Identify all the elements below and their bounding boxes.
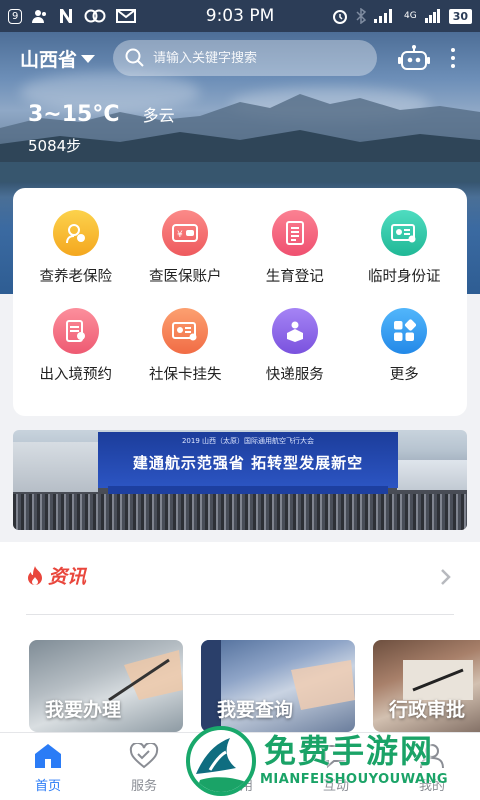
alarm-icon bbox=[332, 10, 347, 24]
delivery-icon bbox=[271, 308, 318, 354]
signal-2-icon bbox=[424, 9, 440, 23]
weather-condition: 多云 bbox=[142, 106, 175, 125]
promo-banner[interactable]: 2019 山西（太原）国际通用航空飞行大会 建通航示范强省 拓转型发展新空 bbox=[13, 430, 467, 530]
robot-icon bbox=[398, 45, 431, 70]
apps-icon bbox=[228, 744, 252, 768]
top-bar: 山西省 bbox=[0, 32, 480, 84]
network-type: 4G bbox=[403, 11, 417, 21]
nav-label: 服务 bbox=[130, 779, 157, 794]
medical-card-icon: ¥ bbox=[162, 210, 209, 256]
service-label: 更多 bbox=[389, 367, 419, 383]
caret-down-icon bbox=[81, 55, 96, 63]
service-label: 查养老保险 bbox=[39, 269, 113, 285]
service-pension[interactable]: 查养老保险 bbox=[21, 210, 131, 286]
n-logo-icon bbox=[60, 9, 73, 23]
tile-query[interactable]: 我要查询 bbox=[201, 640, 355, 732]
banner-subline: 2019 山西（太原）国际通用航空飞行大会 bbox=[181, 437, 315, 445]
service-medical-account[interactable]: ¥ 查医保账户 bbox=[131, 210, 241, 286]
pension-icon bbox=[52, 210, 99, 256]
news-tiles: 我要办理 我要查询 行政审批 bbox=[29, 640, 480, 732]
nav-label: 我的 bbox=[418, 779, 445, 794]
notification-count-badge: 9 bbox=[8, 8, 23, 24]
chat-icon bbox=[324, 745, 348, 769]
nav-label: 应用 bbox=[226, 779, 253, 794]
tile-label: 我要办理 bbox=[45, 699, 122, 721]
nav-mine[interactable]: 我的 bbox=[384, 733, 480, 800]
weather-widget[interactable]: 3~15°C 多云 5084步 bbox=[28, 102, 175, 156]
social-card-icon bbox=[162, 308, 209, 354]
flame-icon bbox=[28, 565, 42, 585]
service-label: 社保卡挂失 bbox=[149, 367, 222, 383]
service-label: 临时身份证 bbox=[368, 269, 441, 285]
news-title: 资讯 bbox=[48, 566, 87, 588]
news-section: 资讯 我要办理 我要查询 行政审批 bbox=[0, 542, 480, 732]
tile-approval[interactable]: 行政审批 bbox=[373, 640, 480, 732]
link-icon bbox=[84, 9, 106, 23]
robot-assistant-button[interactable] bbox=[397, 43, 431, 73]
home-icon bbox=[35, 744, 61, 768]
news-header[interactable]: 资讯 bbox=[26, 562, 86, 589]
banner-stage bbox=[108, 486, 388, 494]
tile-label: 行政审批 bbox=[389, 699, 466, 721]
battery-level: 30 bbox=[448, 8, 472, 24]
service-label: 生育登记 bbox=[265, 269, 324, 285]
mail-icon bbox=[116, 9, 137, 23]
search-icon bbox=[125, 48, 144, 67]
svg-text:¥: ¥ bbox=[177, 230, 183, 240]
service-temporary-id[interactable]: 临时身份证 bbox=[350, 210, 460, 286]
search-bar[interactable] bbox=[113, 40, 378, 76]
service-exit-entry-appointment[interactable]: 出入境预约 bbox=[21, 308, 131, 384]
more-menu-button[interactable] bbox=[447, 48, 459, 68]
nav-service[interactable]: 服务 bbox=[96, 733, 192, 800]
chevron-right-icon[interactable] bbox=[440, 568, 452, 586]
document-icon bbox=[271, 210, 318, 256]
services-grid: 查养老保险 ¥ 查医保账户 生育登记 临时身份证 出入境预约 社保卡挂失 快递服… bbox=[13, 188, 467, 384]
services-card: 查养老保险 ¥ 查医保账户 生育登记 临时身份证 出入境预约 社保卡挂失 快递服… bbox=[13, 188, 467, 416]
bottom-navigation: 首页 服务 应用 互动 我的 bbox=[0, 732, 480, 800]
nav-interact[interactable]: 互动 bbox=[288, 733, 384, 800]
id-card-icon bbox=[381, 210, 428, 256]
divider bbox=[26, 614, 454, 615]
bluetooth-icon bbox=[356, 8, 366, 24]
banner-crowd bbox=[13, 494, 467, 530]
heart-icon bbox=[129, 743, 159, 769]
passport-icon bbox=[52, 308, 99, 354]
location-selector[interactable]: 山西省 bbox=[20, 45, 96, 72]
service-label: 快递服务 bbox=[265, 367, 324, 383]
tile-handle[interactable]: 我要办理 bbox=[29, 640, 183, 732]
user-icon bbox=[420, 744, 444, 769]
tile-label: 我要查询 bbox=[217, 699, 294, 721]
service-label: 出入境预约 bbox=[39, 367, 113, 383]
nav-home[interactable]: 首页 bbox=[0, 733, 96, 800]
search-input[interactable] bbox=[153, 50, 364, 66]
temperature: 3~15°C bbox=[28, 102, 120, 127]
status-icons-left: 9 bbox=[8, 8, 137, 24]
service-birth-registration[interactable]: 生育登记 bbox=[240, 210, 350, 286]
banner-building-left bbox=[13, 442, 98, 492]
contacts-icon bbox=[32, 10, 47, 23]
nav-label: 互动 bbox=[322, 779, 349, 794]
service-social-card-loss[interactable]: 社保卡挂失 bbox=[131, 308, 241, 384]
location-label: 山西省 bbox=[20, 48, 78, 71]
service-label: 查医保账户 bbox=[149, 269, 222, 285]
service-express-delivery[interactable]: 快递服务 bbox=[240, 308, 350, 384]
dot-icon bbox=[451, 56, 456, 60]
dot-icon bbox=[451, 48, 456, 52]
banner-headline: 建通航示范强省 拓转型发展新空 bbox=[132, 454, 364, 472]
banner-building-right bbox=[397, 460, 467, 490]
service-more[interactable]: 更多 bbox=[350, 308, 460, 384]
banner-billboard: 2019 山西（太原）国际通用航空飞行大会 建通航示范强省 拓转型发展新空 bbox=[98, 432, 398, 488]
nav-apps[interactable]: 应用 bbox=[192, 733, 288, 800]
status-bar: 9 9:03 PM 4G 30 bbox=[0, 0, 480, 32]
more-grid-icon bbox=[381, 308, 428, 354]
dot-icon bbox=[451, 64, 456, 68]
signal-icon bbox=[373, 9, 392, 23]
nav-label: 首页 bbox=[34, 779, 61, 794]
step-count: 5084步 bbox=[28, 137, 82, 155]
status-icons-right: 4G 30 bbox=[332, 8, 472, 24]
